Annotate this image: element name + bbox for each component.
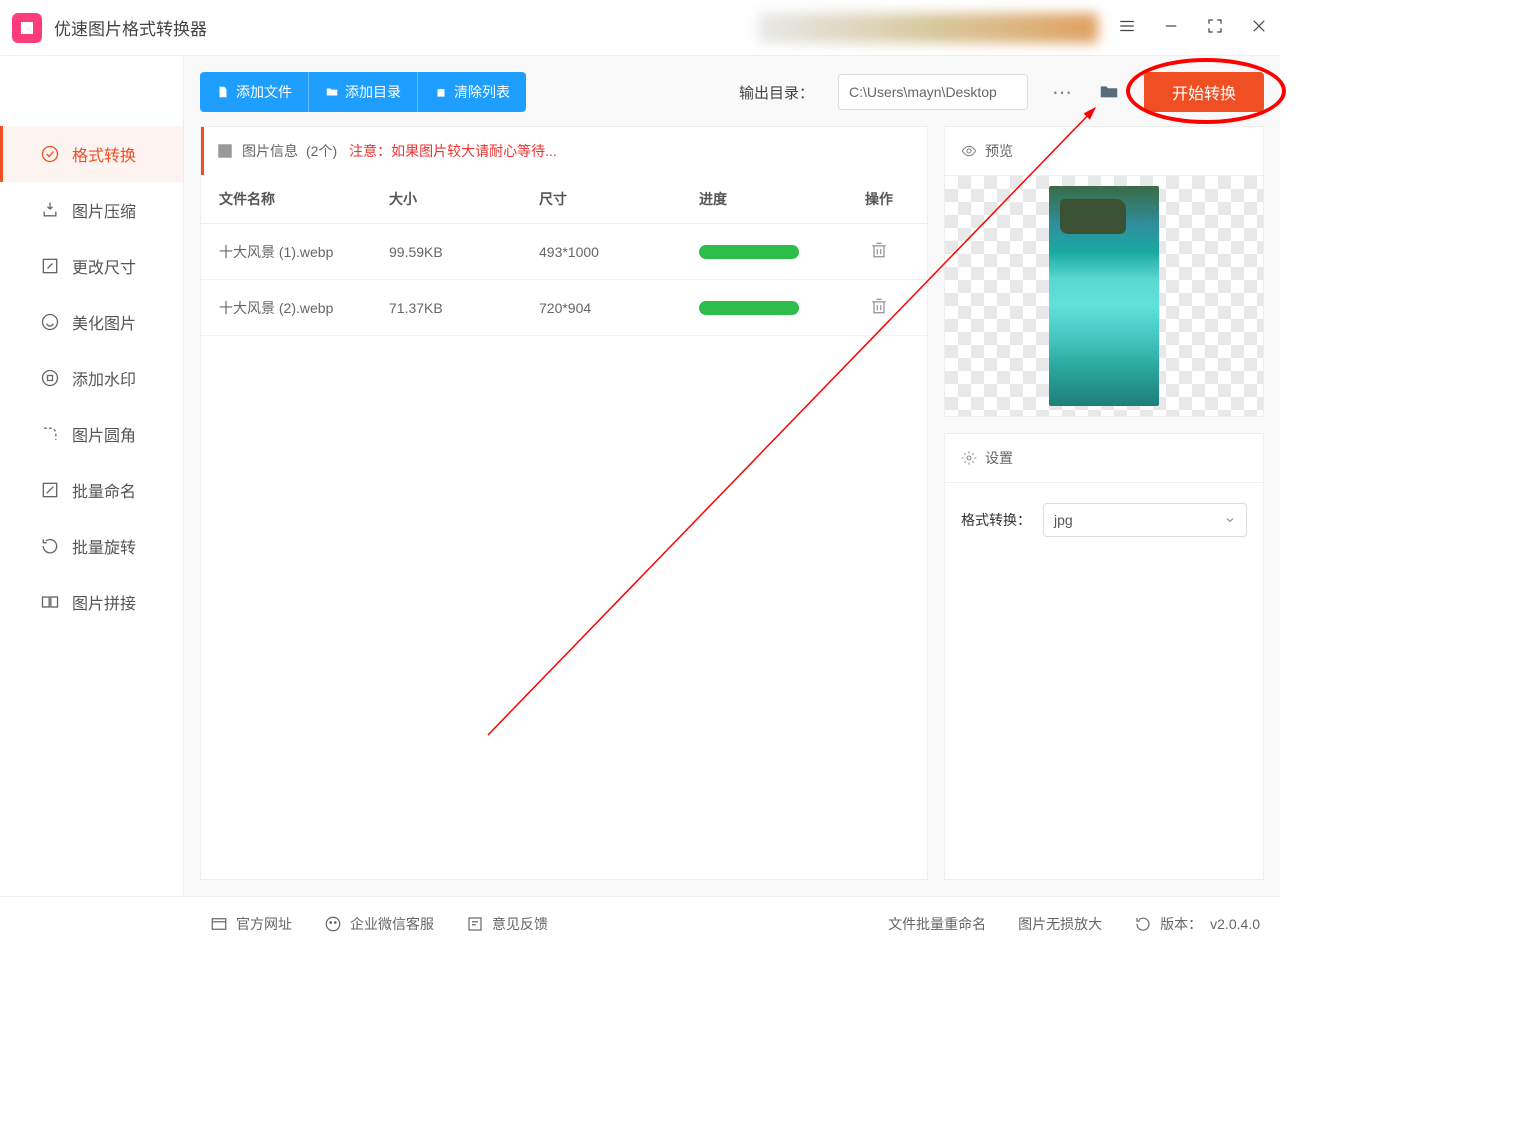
account-area-blurred	[758, 13, 1098, 43]
col-size: 大小	[389, 189, 539, 209]
sidebar-item-resize[interactable]: 更改尺寸	[0, 238, 183, 294]
cell-size: 99.59KB	[389, 244, 539, 260]
cell-dimension: 720*904	[539, 300, 699, 316]
cell-dimension: 493*1000	[539, 244, 699, 260]
footer-link-lossless-enlarge[interactable]: 图片无损放大	[1018, 914, 1102, 934]
sidebar-item-format-convert[interactable]: 格式转换	[0, 126, 183, 182]
col-dimension: 尺寸	[539, 189, 699, 209]
preview-panel: 预览	[944, 126, 1264, 417]
eye-icon	[961, 143, 977, 159]
format-select[interactable]: jpg	[1043, 503, 1247, 537]
col-filename: 文件名称	[219, 189, 389, 209]
settings-title: 设置	[985, 448, 1013, 468]
sidebar-item-beautify[interactable]: 美化图片	[0, 294, 183, 350]
app-logo	[12, 13, 42, 43]
cell-filename: 十大风景 (1).webp	[219, 242, 389, 262]
refresh-icon	[1134, 915, 1152, 933]
sidebar-item-watermark[interactable]: 添加水印	[0, 350, 183, 406]
file-count: (2个)	[306, 141, 337, 161]
add-file-label: 添加文件	[236, 82, 292, 102]
progress-bar	[699, 301, 799, 315]
toolbar-button-group: 添加文件 添加目录 清除列表	[200, 72, 526, 112]
col-progress: 进度	[699, 189, 849, 209]
gear-icon	[961, 450, 977, 466]
add-folder-label: 添加目录	[345, 82, 401, 102]
output-dir-label: 输出目录：	[739, 82, 814, 103]
sidebar-item-label: 批量命名	[72, 478, 136, 502]
sidebar-item-label: 图片压缩	[72, 198, 136, 222]
app-title: 优速图片格式转换器	[54, 15, 207, 40]
delete-row-button[interactable]	[849, 296, 909, 319]
settings-panel: 设置 格式转换： jpg	[944, 433, 1264, 880]
sidebar-item-batch-rotate[interactable]: 批量旋转	[0, 518, 183, 574]
titlebar: 优速图片格式转换器	[0, 0, 1280, 56]
image-icon	[216, 142, 234, 160]
footer: 官方网址 企业微信客服 意见反馈 文件批量重命名 图片无损放大 版本：v2.0.…	[0, 896, 1280, 950]
footer-link-feedback[interactable]: 意见反馈	[466, 914, 548, 934]
open-folder-icon[interactable]	[1098, 80, 1120, 105]
cell-filename: 十大风景 (2).webp	[219, 298, 389, 318]
footer-link-batch-rename[interactable]: 文件批量重命名	[888, 914, 986, 934]
clear-list-button[interactable]: 清除列表	[417, 72, 526, 112]
minimize-icon[interactable]	[1162, 17, 1180, 38]
file-list-panel: 图片信息 (2个) 注意：如果图片较大请耐心等待... 文件名称 大小 尺寸 进…	[200, 126, 928, 880]
sidebar-item-round-corner[interactable]: 图片圆角	[0, 406, 183, 462]
sidebar-item-label: 添加水印	[72, 366, 136, 390]
table-header: 文件名称 大小 尺寸 进度 操作	[201, 175, 927, 224]
fullscreen-icon[interactable]	[1206, 17, 1224, 38]
delete-row-button[interactable]	[849, 240, 909, 263]
sidebar-item-label: 图片拼接	[72, 590, 136, 614]
sidebar-item-stitch[interactable]: 图片拼接	[0, 574, 183, 630]
cell-size: 71.37KB	[389, 300, 539, 316]
add-folder-button[interactable]: 添加目录	[308, 72, 417, 112]
chevron-down-icon	[1224, 514, 1236, 526]
sidebar-item-compress[interactable]: 图片压缩	[0, 182, 183, 238]
format-value: jpg	[1054, 512, 1073, 528]
file-list-title: 图片信息	[242, 141, 298, 161]
table-row: 十大风景 (2).webp 71.37KB 720*904	[201, 280, 927, 336]
content-area: 添加文件 添加目录 清除列表 输出目录： ⋯ 开始转换	[183, 56, 1280, 896]
sidebar-item-batch-rename[interactable]: 批量命名	[0, 462, 183, 518]
add-file-button[interactable]: 添加文件	[200, 72, 308, 112]
sidebar-item-label: 图片圆角	[72, 422, 136, 446]
output-dir-more-icon[interactable]: ⋯	[1052, 80, 1074, 105]
sidebar-item-label: 美化图片	[72, 310, 136, 334]
footer-link-wechat-support[interactable]: 企业微信客服	[324, 914, 434, 934]
close-icon[interactable]	[1250, 17, 1268, 38]
sidebar-item-label: 更改尺寸	[72, 254, 136, 278]
footer-version[interactable]: 版本：v2.0.4.0	[1134, 914, 1260, 934]
preview-title: 预览	[985, 141, 1013, 161]
clear-list-label: 清除列表	[454, 82, 510, 102]
menu-icon[interactable]	[1118, 17, 1136, 38]
sidebar-item-label: 批量旋转	[72, 534, 136, 558]
start-convert-button[interactable]: 开始转换	[1144, 72, 1264, 112]
preview-image	[1049, 186, 1159, 406]
output-dir-input[interactable]	[838, 74, 1028, 110]
footer-link-official-site[interactable]: 官方网址	[210, 914, 292, 934]
table-row: 十大风景 (1).webp 99.59KB 493*1000	[201, 224, 927, 280]
preview-canvas	[945, 176, 1263, 416]
sidebar: 格式转换 图片压缩 更改尺寸 美化图片 添加水印 图片圆角 批量命名 批量旋转	[0, 56, 183, 896]
file-list-notice: 注意：如果图片较大请耐心等待...	[349, 141, 557, 161]
format-label: 格式转换：	[961, 510, 1031, 530]
sidebar-item-label: 格式转换	[72, 142, 136, 166]
col-action: 操作	[849, 189, 909, 209]
progress-bar	[699, 245, 799, 259]
